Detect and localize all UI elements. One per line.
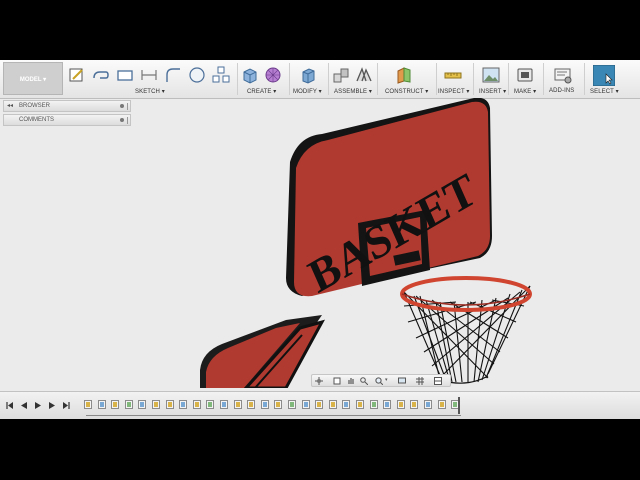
chevron-down-icon[interactable]: ▾ — [385, 377, 388, 383]
play-icon[interactable] — [34, 401, 42, 410]
toolbar-divider — [289, 63, 290, 95]
create-sketch-icon[interactable] — [68, 66, 86, 84]
timeline-feature-icon[interactable] — [383, 400, 391, 409]
timeline-feature-icon[interactable] — [261, 400, 269, 409]
timeline-feature-icon[interactable] — [179, 400, 187, 409]
create-label: CREATE ▾ — [247, 89, 277, 95]
modify-label: MODIFY ▾ — [293, 89, 322, 95]
offset-plane-icon[interactable] — [395, 66, 413, 84]
toolbar-divider — [377, 63, 378, 95]
display-settings-icon[interactable] — [398, 377, 406, 385]
insert-group[interactable]: INSERT ▾ — [475, 60, 507, 98]
toolbar-divider — [237, 63, 238, 95]
create-group[interactable]: CREATE ▾ — [239, 60, 287, 98]
joint-icon[interactable] — [355, 66, 373, 84]
addins-label: ADD-INS — [549, 88, 575, 94]
insert-label: INSERT ▾ — [479, 89, 507, 95]
scripts-icon[interactable] — [554, 66, 572, 84]
timeline-feature-icon[interactable] — [138, 400, 146, 409]
go-to-start-icon[interactable] — [6, 401, 14, 410]
construct-label: CONSTRUCT ▾ — [385, 89, 429, 95]
timeline-feature-icon[interactable] — [342, 400, 350, 409]
timeline-marker[interactable] — [458, 397, 460, 414]
canvas-viewport[interactable]: BASKET — [0, 98, 640, 388]
look-at-icon[interactable] — [333, 377, 341, 385]
timeline-feature-icon[interactable] — [302, 400, 310, 409]
pattern-icon[interactable] — [212, 66, 230, 84]
orbit-icon[interactable] — [315, 377, 323, 385]
select-group[interactable]: SELECT ▾ — [586, 60, 626, 98]
inspect-group[interactable]: INSPECT ▾ — [438, 60, 472, 98]
timeline-feature-icon[interactable] — [410, 400, 418, 409]
toolbar-divider — [473, 63, 474, 95]
timeline-feature-icon[interactable] — [166, 400, 174, 409]
line-icon[interactable] — [92, 66, 110, 84]
go-to-end-icon[interactable] — [62, 401, 70, 410]
timeline-feature-icon[interactable] — [329, 400, 337, 409]
timeline-feature-icon[interactable] — [356, 400, 364, 409]
make-group[interactable]: MAKE ▾ — [510, 60, 542, 98]
step-back-icon[interactable] — [20, 401, 28, 410]
select-cursor-icon[interactable] — [593, 65, 615, 86]
rectangle-icon[interactable] — [116, 66, 134, 84]
workspace-switcher-button[interactable]: MODEL ▾ — [3, 62, 63, 95]
zoom-icon[interactable] — [375, 377, 383, 385]
timeline-feature-icon[interactable] — [111, 400, 119, 409]
new-component-icon[interactable] — [332, 66, 350, 84]
pan-icon[interactable] — [347, 377, 355, 385]
timeline-feature-icon[interactable] — [125, 400, 133, 409]
dimension-icon[interactable] — [140, 66, 158, 84]
navigation-bar: ▾ — [311, 374, 451, 387]
timeline-feature-icon[interactable] — [84, 400, 92, 409]
main-toolbar: MODEL ▾ SKETCH ▾ CREATE ▾ MODIFY ▾ ASSEM… — [0, 60, 640, 99]
timeline-feature-icon[interactable] — [370, 400, 378, 409]
timeline-bar — [0, 391, 640, 419]
inspect-label: INSPECT ▾ — [438, 89, 470, 95]
zoom-window-icon[interactable] — [360, 377, 368, 385]
workspace-label: MODEL ▾ — [19, 77, 47, 83]
timeline-feature-icon[interactable] — [206, 400, 214, 409]
toolbar-divider — [508, 63, 509, 95]
addins-group[interactable]: ADD-INS — [545, 60, 583, 98]
form-icon[interactable] — [264, 66, 282, 84]
toolbar-divider — [328, 63, 329, 95]
box-icon[interactable] — [241, 66, 259, 84]
viewports-icon[interactable] — [434, 377, 442, 385]
sphere-icon[interactable] — [188, 66, 206, 84]
timeline-feature-icon[interactable] — [288, 400, 296, 409]
timeline-feature-icon[interactable] — [234, 400, 242, 409]
toolbar-divider — [584, 63, 585, 95]
toolbar-divider — [436, 63, 437, 95]
fillet-icon[interactable] — [164, 66, 182, 84]
timeline-feature-icon[interactable] — [438, 400, 446, 409]
sketch-label: SKETCH ▾ — [135, 89, 165, 95]
fusion-app: MODEL ▾ SKETCH ▾ CREATE ▾ MODIFY ▾ ASSEM… — [0, 60, 640, 419]
step-forward-icon[interactable] — [48, 401, 56, 410]
timeline-feature-icon[interactable] — [397, 400, 405, 409]
assemble-label: ASSEMBLE ▾ — [334, 89, 373, 95]
timeline-feature-icon[interactable] — [315, 400, 323, 409]
construct-group[interactable]: CONSTRUCT ▾ — [379, 60, 435, 98]
timeline-feature-icon[interactable] — [98, 400, 106, 409]
select-label: SELECT ▾ — [590, 89, 619, 95]
assemble-group[interactable]: ASSEMBLE ▾ — [330, 60, 376, 98]
timeline-feature-icon[interactable] — [193, 400, 201, 409]
timeline-feature-icon[interactable] — [274, 400, 282, 409]
toolbar-divider — [543, 63, 544, 95]
3d-print-icon[interactable] — [516, 66, 534, 84]
timeline-feature-icon[interactable] — [247, 400, 255, 409]
insert-image-icon[interactable] — [482, 66, 500, 84]
make-label: MAKE ▾ — [514, 89, 537, 95]
timeline-track — [86, 415, 461, 416]
modify-group[interactable]: MODIFY ▾ — [291, 60, 327, 98]
sketch-group[interactable]: SKETCH ▾ — [66, 60, 236, 98]
timeline-feature-icon[interactable] — [152, 400, 160, 409]
measure-icon[interactable] — [444, 66, 462, 84]
press-pull-icon[interactable] — [299, 66, 317, 84]
timeline-feature-icon[interactable] — [424, 400, 432, 409]
grid-icon[interactable] — [416, 377, 424, 385]
basketball-hoop-model[interactable]: BASKET — [200, 98, 532, 388]
timeline-feature-icon[interactable] — [220, 400, 228, 409]
